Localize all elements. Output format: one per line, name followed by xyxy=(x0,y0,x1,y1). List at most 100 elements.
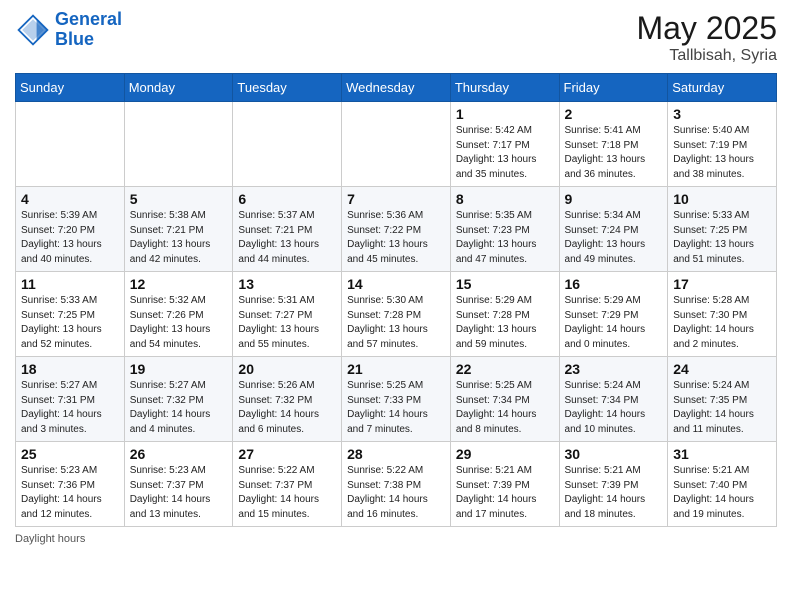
day-number: 23 xyxy=(565,361,663,377)
day-info: Sunrise: 5:21 AMSunset: 7:39 PMDaylight:… xyxy=(456,464,554,522)
logo: General Blue xyxy=(15,10,122,50)
day-number: 15 xyxy=(456,276,554,292)
day-info: Sunrise: 5:30 AMSunset: 7:28 PMDaylight:… xyxy=(347,294,445,352)
day-number: 1 xyxy=(456,106,554,122)
day-number: 27 xyxy=(238,446,336,462)
day-cell: 4Sunrise: 5:39 AMSunset: 7:20 PMDaylight… xyxy=(16,187,125,272)
weekday-friday: Friday xyxy=(559,74,668,102)
day-info: Sunrise: 5:25 AMSunset: 7:34 PMDaylight:… xyxy=(456,379,554,437)
day-cell: 8Sunrise: 5:35 AMSunset: 7:23 PMDaylight… xyxy=(450,187,559,272)
day-cell: 11Sunrise: 5:33 AMSunset: 7:25 PMDayligh… xyxy=(16,272,125,357)
day-number: 14 xyxy=(347,276,445,292)
day-number: 18 xyxy=(21,361,119,377)
weekday-thursday: Thursday xyxy=(450,74,559,102)
day-info: Sunrise: 5:24 AMSunset: 7:35 PMDaylight:… xyxy=(673,379,771,437)
day-cell: 20Sunrise: 5:26 AMSunset: 7:32 PMDayligh… xyxy=(233,357,342,442)
logo-line2: Blue xyxy=(55,29,94,49)
day-info: Sunrise: 5:31 AMSunset: 7:27 PMDaylight:… xyxy=(238,294,336,352)
day-number: 25 xyxy=(21,446,119,462)
day-info: Sunrise: 5:23 AMSunset: 7:37 PMDaylight:… xyxy=(130,464,228,522)
day-cell: 22 Sunrise: 5:25 AMSunset: 7:34 PMDayligh… xyxy=(450,357,559,442)
day-cell: 18 Sunrise: 5:27 AMSunset: 7:31 PMDayligh… xyxy=(16,357,125,442)
logo-icon xyxy=(15,12,51,48)
day-number: 9 xyxy=(565,191,663,207)
day-number: 6 xyxy=(238,191,336,207)
day-info: Sunrise: 5:21 AMSunset: 7:40 PMDaylight:… xyxy=(673,464,771,522)
day-number: 17 xyxy=(673,276,771,292)
day-cell: 16Sunrise: 5:29 AMSunset: 7:29 PMDayligh… xyxy=(559,272,668,357)
weekday-monday: Monday xyxy=(124,74,233,102)
weekday-header-row: SundayMondayTuesdayWednesdayThursdayFrid… xyxy=(16,74,777,102)
day-number: 29 xyxy=(456,446,554,462)
weekday-tuesday: Tuesday xyxy=(233,74,342,102)
day-cell: 23Sunrise: 5:24 AMSunset: 7:34 PMDayligh… xyxy=(559,357,668,442)
day-cell: 2Sunrise: 5:41 AMSunset: 7:18 PMDaylight… xyxy=(559,102,668,187)
day-number: 16 xyxy=(565,276,663,292)
day-cell: 9Sunrise: 5:34 AMSunset: 7:24 PMDaylight… xyxy=(559,187,668,272)
day-cell: 25 Sunrise: 5:23 AMSunset: 7:36 PMDayligh… xyxy=(16,442,125,527)
day-number: 7 xyxy=(347,191,445,207)
day-info: Sunrise: 5:28 AMSunset: 7:30 PMDaylight:… xyxy=(673,294,771,352)
day-number: 13 xyxy=(238,276,336,292)
day-number: 22 xyxy=(456,361,554,377)
day-number: 5 xyxy=(130,191,228,207)
day-number: 12 xyxy=(130,276,228,292)
day-info: Sunrise: 5:38 AMSunset: 7:21 PMDaylight:… xyxy=(130,209,228,267)
day-cell: 21 Sunrise: 5:25 AMSunset: 7:33 PMDayligh… xyxy=(342,357,451,442)
day-number: 3 xyxy=(673,106,771,122)
day-cell xyxy=(233,102,342,187)
day-number: 26 xyxy=(130,446,228,462)
logo-text: General Blue xyxy=(55,10,122,50)
day-info: Sunrise: 5:33 AMSunset: 7:25 PMDaylight:… xyxy=(673,209,771,267)
day-info: Sunrise: 5:25 AMSunset: 7:33 PMDaylight:… xyxy=(347,379,445,437)
day-number: 21 xyxy=(347,361,445,377)
day-cell: 28 Sunrise: 5:22 AMSunset: 7:38 PMDayligh… xyxy=(342,442,451,527)
day-number: 19 xyxy=(130,361,228,377)
day-cell xyxy=(16,102,125,187)
month-year: May 2025 xyxy=(636,10,777,47)
header: General Blue May 2025 Tallbisah, Syria xyxy=(15,10,777,65)
day-cell: 7Sunrise: 5:36 AMSunset: 7:22 PMDaylight… xyxy=(342,187,451,272)
day-number: 4 xyxy=(21,191,119,207)
day-info: Sunrise: 5:26 AMSunset: 7:32 PMDaylight:… xyxy=(238,379,336,437)
day-cell: 12 Sunrise: 5:32 AMSunset: 7:26 PMDayligh… xyxy=(124,272,233,357)
day-cell: 19 Sunrise: 5:27 AMSunset: 7:32 PMDayligh… xyxy=(124,357,233,442)
week-row-3: 11Sunrise: 5:33 AMSunset: 7:25 PMDayligh… xyxy=(16,272,777,357)
weekday-saturday: Saturday xyxy=(668,74,777,102)
week-row-2: 4Sunrise: 5:39 AMSunset: 7:20 PMDaylight… xyxy=(16,187,777,272)
location: Tallbisah, Syria xyxy=(636,47,777,65)
day-number: 10 xyxy=(673,191,771,207)
day-cell: 24 Sunrise: 5:24 AMSunset: 7:35 PMDayligh… xyxy=(668,357,777,442)
day-cell: 14 Sunrise: 5:30 AMSunset: 7:28 PMDayligh… xyxy=(342,272,451,357)
day-info: Sunrise: 5:35 AMSunset: 7:23 PMDaylight:… xyxy=(456,209,554,267)
week-row-1: 1Sunrise: 5:42 AMSunset: 7:17 PMDaylight… xyxy=(16,102,777,187)
week-row-5: 25 Sunrise: 5:23 AMSunset: 7:36 PMDayligh… xyxy=(16,442,777,527)
day-number: 24 xyxy=(673,361,771,377)
day-cell: 6 Sunrise: 5:37 AMSunset: 7:21 PMDaylight… xyxy=(233,187,342,272)
day-number: 28 xyxy=(347,446,445,462)
day-info: Sunrise: 5:37 AMSunset: 7:21 PMDaylight:… xyxy=(238,209,336,267)
day-info: Sunrise: 5:27 AMSunset: 7:31 PMDaylight:… xyxy=(21,379,119,437)
day-cell: 3Sunrise: 5:40 AMSunset: 7:19 PMDaylight… xyxy=(668,102,777,187)
day-info: Sunrise: 5:27 AMSunset: 7:32 PMDaylight:… xyxy=(130,379,228,437)
day-cell: 31 Sunrise: 5:21 AMSunset: 7:40 PMDayligh… xyxy=(668,442,777,527)
day-info: Sunrise: 5:29 AMSunset: 7:28 PMDaylight:… xyxy=(456,294,554,352)
day-number: 31 xyxy=(673,446,771,462)
day-cell: 26 Sunrise: 5:23 AMSunset: 7:37 PMDayligh… xyxy=(124,442,233,527)
daylight-label: Daylight hours xyxy=(15,533,85,545)
day-info: Sunrise: 5:21 AMSunset: 7:39 PMDaylight:… xyxy=(565,464,663,522)
weekday-sunday: Sunday xyxy=(16,74,125,102)
title-block: May 2025 Tallbisah, Syria xyxy=(636,10,777,65)
day-info: Sunrise: 5:23 AMSunset: 7:36 PMDaylight:… xyxy=(21,464,119,522)
day-cell: 10 Sunrise: 5:33 AMSunset: 7:25 PMDayligh… xyxy=(668,187,777,272)
day-info: Sunrise: 5:41 AMSunset: 7:18 PMDaylight:… xyxy=(565,124,663,182)
day-info: Sunrise: 5:32 AMSunset: 7:26 PMDaylight:… xyxy=(130,294,228,352)
day-cell: 15 Sunrise: 5:29 AMSunset: 7:28 PMDayligh… xyxy=(450,272,559,357)
logo-line1: General xyxy=(55,9,122,29)
day-cell: 17 Sunrise: 5:28 AMSunset: 7:30 PMDayligh… xyxy=(668,272,777,357)
day-info: Sunrise: 5:22 AMSunset: 7:38 PMDaylight:… xyxy=(347,464,445,522)
day-cell: 30Sunrise: 5:21 AMSunset: 7:39 PMDayligh… xyxy=(559,442,668,527)
day-cell: 13 Sunrise: 5:31 AMSunset: 7:27 PMDayligh… xyxy=(233,272,342,357)
day-cell xyxy=(124,102,233,187)
week-row-4: 18 Sunrise: 5:27 AMSunset: 7:31 PMDayligh… xyxy=(16,357,777,442)
